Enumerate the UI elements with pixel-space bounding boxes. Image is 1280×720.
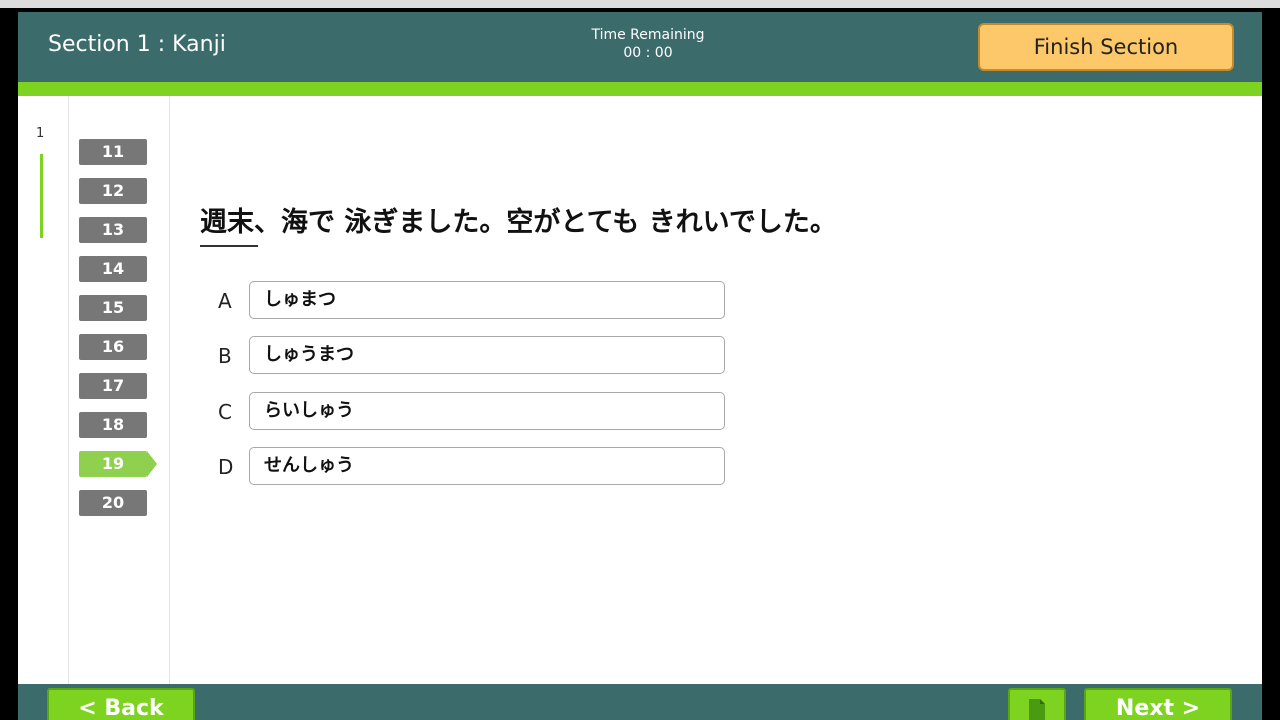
timer: Time Remaining 00 : 00 — [548, 26, 748, 62]
question-item-17[interactable]: 17 — [79, 373, 147, 399]
page-nav-column: 1 — [18, 96, 69, 690]
question-item-15[interactable]: 15 — [79, 295, 147, 321]
option-c[interactable]: C らいしゅう — [218, 392, 738, 432]
document-icon — [1029, 699, 1045, 720]
option-letter: D — [218, 455, 234, 479]
timer-value: 00 : 00 — [623, 45, 673, 61]
question-item-14[interactable]: 14 — [79, 256, 147, 282]
option-d[interactable]: D せんしゅう — [218, 447, 738, 487]
question-list: 11 12 13 14 15 16 17 18 19 20 — [69, 96, 170, 690]
question-item-19-active[interactable]: 19 — [79, 451, 157, 477]
question-text: 週末、海で 泳ぎました。空がとても きれいでした。 — [200, 207, 837, 238]
option-answer-box[interactable]: しゅまつ — [249, 281, 725, 319]
question-item-11[interactable]: 11 — [79, 139, 147, 165]
question-underline — [200, 245, 258, 247]
timer-label: Time Remaining — [591, 27, 705, 43]
question-item-13[interactable]: 13 — [79, 217, 147, 243]
option-answer-box[interactable]: らいしゅう — [249, 392, 725, 430]
next-button[interactable]: Next > — [1084, 688, 1232, 720]
question-item-16[interactable]: 16 — [79, 334, 147, 360]
section-title: Section 1 : Kanji — [48, 32, 226, 57]
option-answer-box[interactable]: せんしゅう — [249, 447, 725, 485]
option-letter: C — [218, 400, 232, 424]
question-item-18[interactable]: 18 — [79, 412, 147, 438]
header-bar: Section 1 : Kanji Time Remaining 00 : 00… — [18, 12, 1262, 82]
option-a[interactable]: A しゅまつ — [218, 281, 738, 321]
page-number: 1 — [36, 126, 45, 141]
question-item-12[interactable]: 12 — [79, 178, 147, 204]
header-accent-bar — [18, 82, 1262, 96]
option-letter: B — [218, 344, 232, 368]
option-answer-box[interactable]: しゅうまつ — [249, 336, 725, 374]
screen-frame: Section 1 : Kanji Time Remaining 00 : 00… — [0, 0, 1280, 720]
progress-indicator — [40, 154, 43, 238]
option-letter: A — [218, 289, 232, 313]
footer-bar: < Back Next > — [18, 684, 1262, 720]
test-window: Section 1 : Kanji Time Remaining 00 : 00… — [18, 12, 1262, 720]
finish-section-button[interactable]: Finish Section — [978, 23, 1234, 71]
notes-button[interactable] — [1008, 688, 1066, 720]
option-b[interactable]: B しゅうまつ — [218, 336, 738, 376]
question-item-20[interactable]: 20 — [79, 490, 147, 516]
top-strip — [0, 0, 1280, 8]
back-button[interactable]: < Back — [47, 688, 195, 720]
